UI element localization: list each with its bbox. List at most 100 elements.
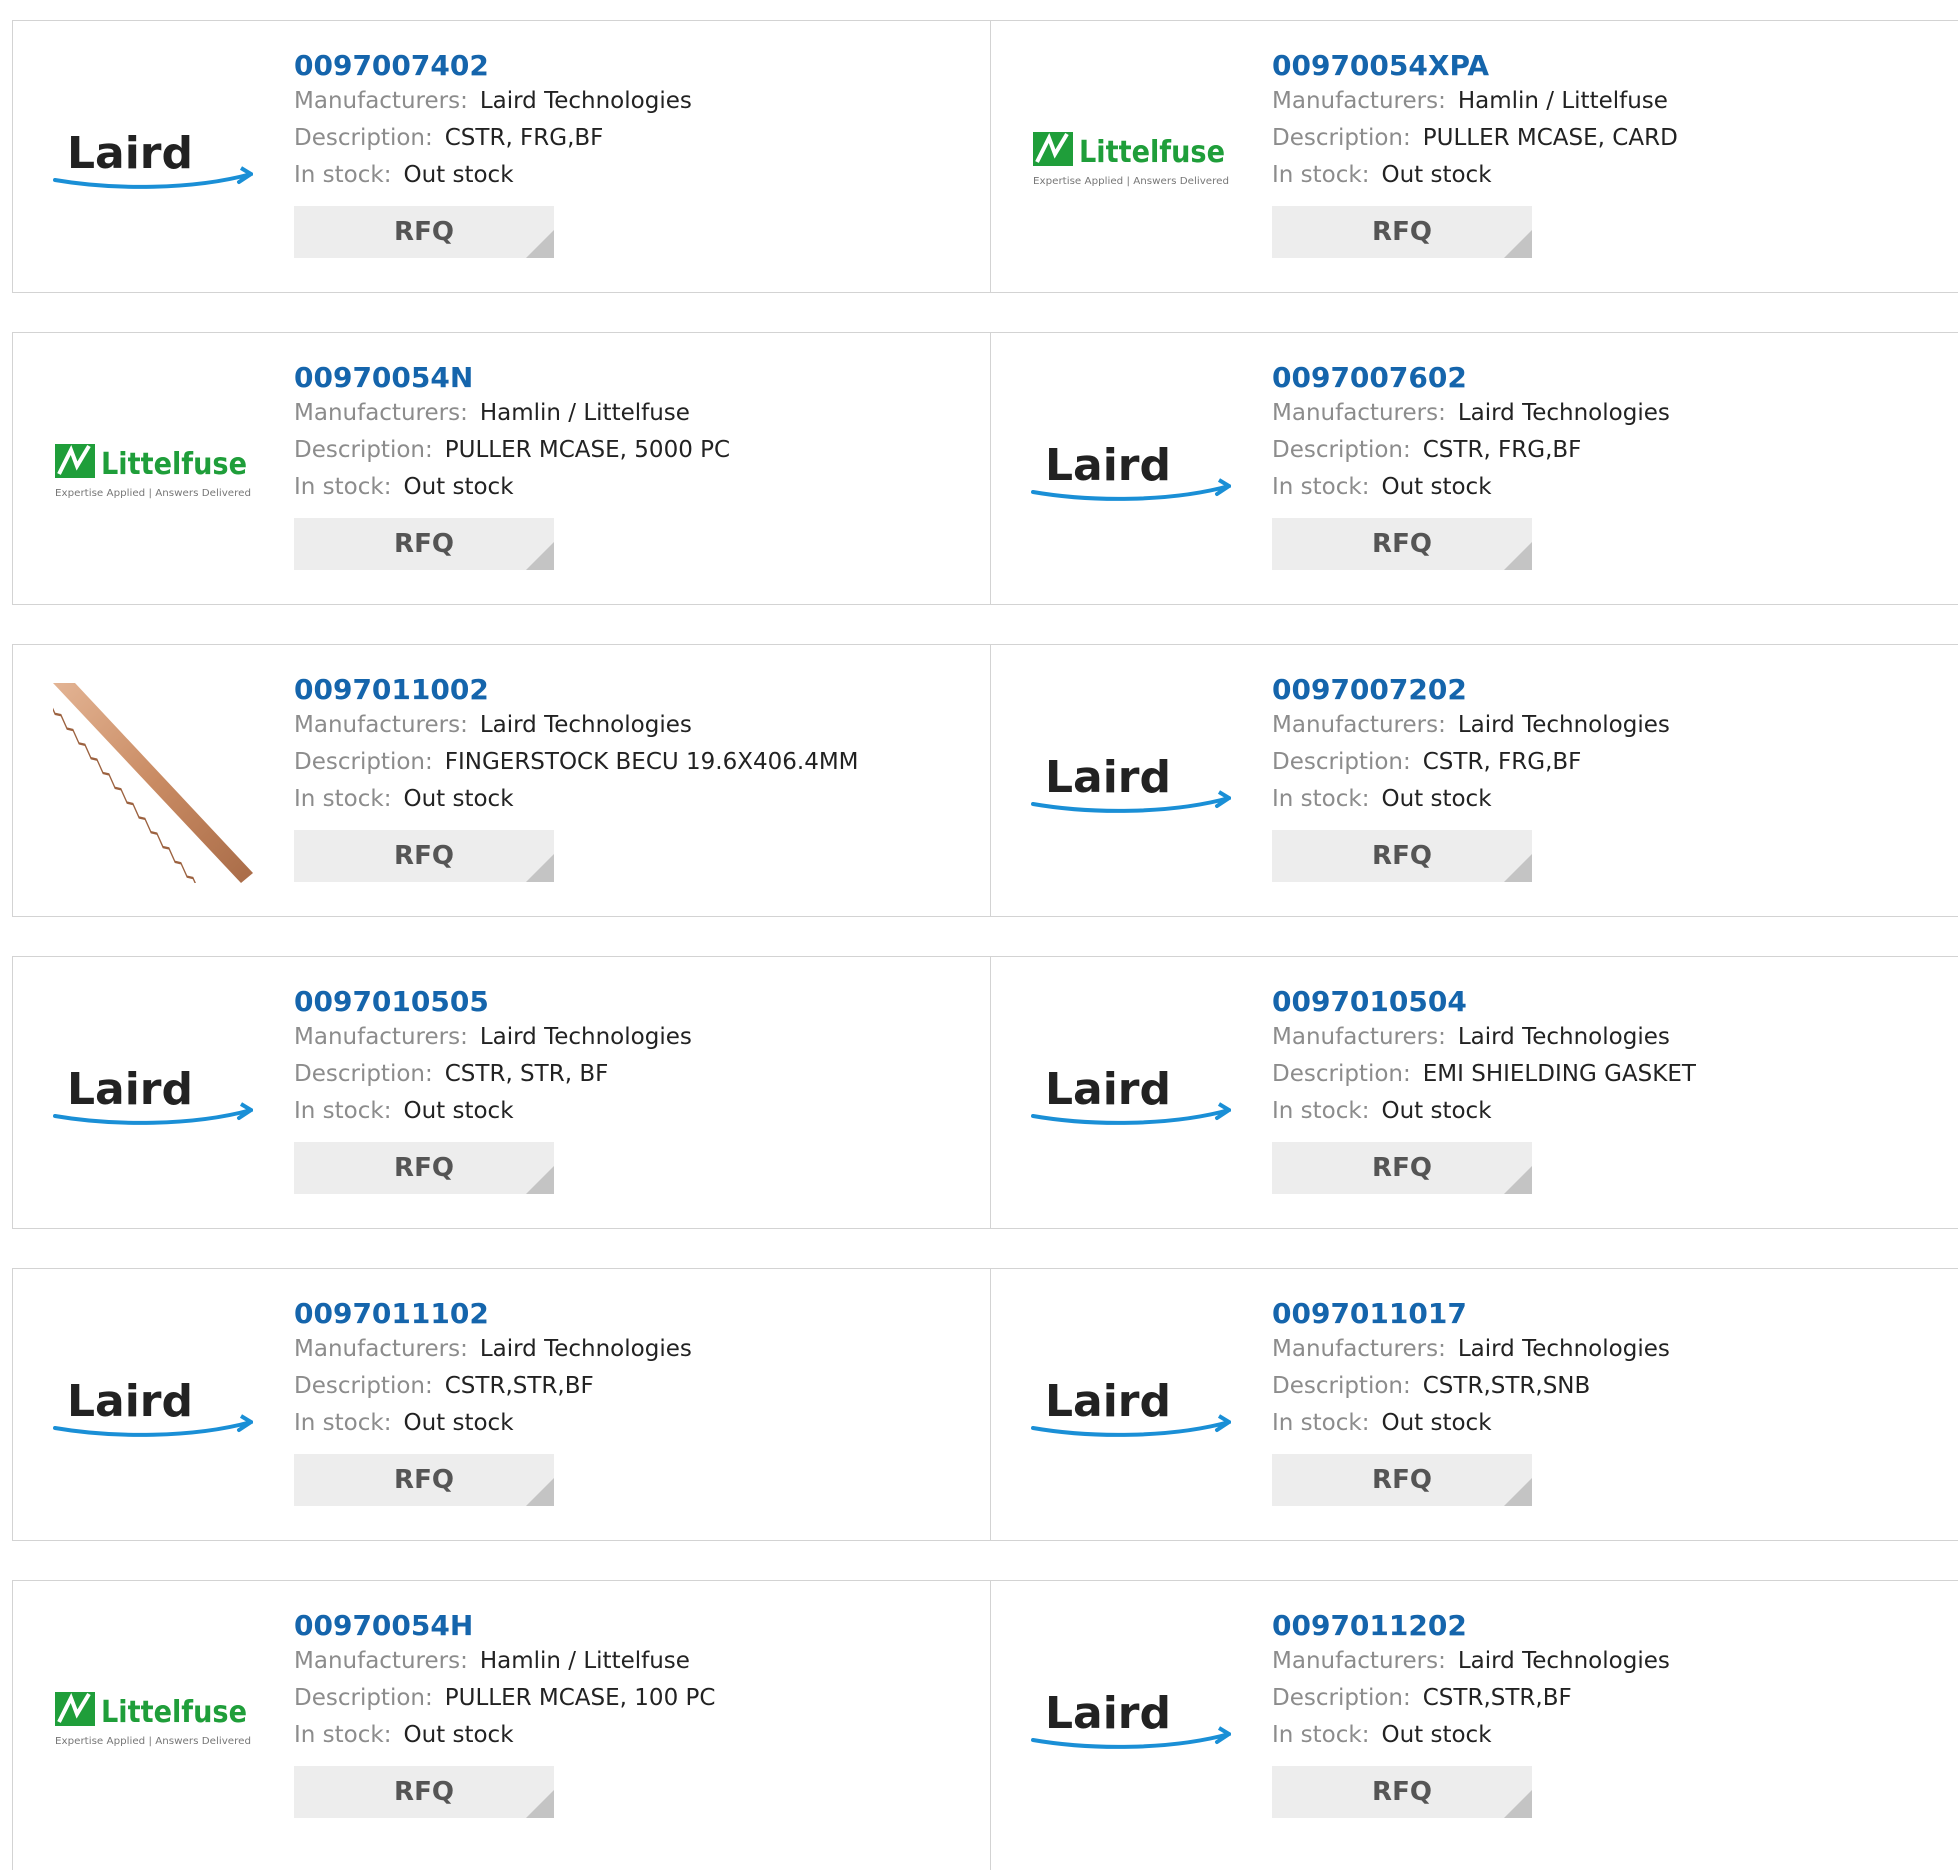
svg-text:Laird: Laird [1045,1064,1171,1115]
svg-text:Laird: Laird [67,1064,193,1115]
corner-decoration [526,230,554,258]
part-number-link[interactable]: 0097007402 [294,49,692,83]
description-value: PULLER MCASE, 5000 PC [444,437,731,463]
product-info: 0097011002 Manufacturers: Laird Technolog… [294,673,859,882]
manufacturer-value: Hamlin / Littelfuse [479,400,690,426]
part-number-link[interactable]: 00970054H [294,1609,715,1643]
rfq-button[interactable]: RFQ [1272,1454,1532,1506]
rfq-button[interactable]: RFQ [1272,830,1532,882]
stock-line: In stock: Out stock [294,469,730,506]
product-info: 0097011017 Manufacturers: Laird Technolog… [1272,1297,1670,1506]
description-line: Description: CSTR, FRG,BF [1272,744,1670,781]
svg-text:Expertise Applied | Answers De: Expertise Applied | Answers Delivered [55,1736,251,1747]
rfq-button[interactable]: RFQ [294,206,554,258]
description-value: CSTR, FRG,BF [1422,749,1582,775]
manufacturer-logo[interactable]: Laird [53,1307,253,1507]
part-number-link[interactable]: 0097011202 [1272,1609,1670,1643]
rfq-button[interactable]: RFQ [294,1766,554,1818]
stock-line: In stock: Out stock [1272,1717,1670,1754]
manufacturer-value: Laird Technologies [479,712,692,738]
product-info: 0097011102 Manufacturers: Laird Technolog… [294,1297,692,1506]
description-label: Description: [1272,1061,1411,1087]
stock-value: Out stock [403,786,514,812]
description-line: Description: CSTR,STR,BF [1272,1680,1670,1717]
laird-logo: Laird [1031,1064,1231,1125]
laird-logo: Laird [53,1376,253,1437]
description-value: CSTR,STR,BF [1422,1685,1572,1711]
manufacturer-logo[interactable]: Laird [53,995,253,1195]
rfq-label: RFQ [1372,1777,1432,1807]
rfq-button[interactable]: RFQ [1272,1142,1532,1194]
manufacturer-logo[interactable]: Laird [53,59,253,259]
product-card: Laird 0097007202 Manufacturers: Laird Tec… [991,645,1958,916]
description-line: Description: CSTR,STR,SNB [1272,1368,1670,1405]
rfq-button[interactable]: RFQ [294,1142,554,1194]
part-number-link[interactable]: 00970054XPA [1272,49,1678,83]
manufacturer-logo[interactable]: Littelfuse Expertise Applied | Answers D… [53,371,253,571]
part-number-link[interactable]: 0097011017 [1272,1297,1670,1331]
stock-value: Out stock [1381,474,1492,500]
manufacturer-label: Manufacturers: [1272,400,1446,426]
part-number-link[interactable]: 0097010505 [294,985,692,1019]
svg-text:Expertise Applied | Answers De: Expertise Applied | Answers Delivered [1033,176,1229,187]
manufacturer-logo[interactable]: Laird [1031,1307,1231,1507]
product-photo[interactable] [53,683,253,883]
stock-label: In stock: [1272,786,1370,812]
manufacturer-value: Laird Technologies [479,88,692,114]
manufacturer-logo[interactable]: Laird [1031,995,1231,1195]
product-row: Laird 0097010505 Manufacturers: Laird Tec… [12,956,1958,1229]
manufacturer-logo[interactable]: Laird [1031,371,1231,571]
description-line: Description: FINGERSTOCK BECU 19.6X406.4M… [294,744,859,781]
rfq-button[interactable]: RFQ [1272,1766,1532,1818]
product-card: Laird 0097010505 Manufacturers: Laird Tec… [13,957,991,1228]
rfq-button[interactable]: RFQ [294,1454,554,1506]
laird-logo: Laird [53,1064,253,1125]
rfq-button[interactable]: RFQ [1272,518,1532,570]
manufacturer-label: Manufacturers: [1272,88,1446,114]
manufacturer-logo[interactable]: Laird [1031,683,1231,883]
product-row: Littelfuse Expertise Applied | Answers D… [12,1580,1958,1870]
product-card: Laird 0097011017 Manufacturers: Laird Tec… [991,1269,1958,1540]
rfq-label: RFQ [1372,841,1432,871]
manufacturer-line: Manufacturers: Laird Technologies [1272,1643,1670,1680]
manufacturer-line: Manufacturers: Hamlin / Littelfuse [294,395,730,432]
description-value: FINGERSTOCK BECU 19.6X406.4MM [444,749,859,775]
description-label: Description: [294,437,433,463]
part-number-link[interactable]: 0097011002 [294,673,859,707]
stock-label: In stock: [1272,162,1370,188]
manufacturer-line: Manufacturers: Hamlin / Littelfuse [294,1643,715,1680]
rfq-button[interactable]: RFQ [294,518,554,570]
littelfuse-logo: Littelfuse Expertise Applied | Answers D… [55,444,251,499]
stock-label: In stock: [294,1410,392,1436]
rfq-label: RFQ [1372,1153,1432,1183]
stock-value: Out stock [1381,1722,1492,1748]
manufacturer-logo[interactable]: Littelfuse Expertise Applied | Answers D… [53,1619,253,1819]
corner-decoration [526,542,554,570]
part-number-link[interactable]: 00970054N [294,361,730,395]
part-number-link[interactable]: 0097007202 [1272,673,1670,707]
stock-label: In stock: [1272,474,1370,500]
stock-value: Out stock [1381,1410,1492,1436]
stock-value: Out stock [1381,786,1492,812]
svg-text:Laird: Laird [67,1376,193,1427]
rfq-label: RFQ [394,1777,454,1807]
description-label: Description: [294,749,433,775]
manufacturer-line: Manufacturers: Laird Technologies [1272,1019,1696,1056]
stock-line: In stock: Out stock [294,781,859,818]
product-info: 0097010504 Manufacturers: Laird Technolog… [1272,985,1696,1194]
product-grid: Laird 0097007402 Manufacturers: Laird Tec… [0,0,1958,1870]
description-label: Description: [1272,125,1411,151]
stock-label: In stock: [1272,1098,1370,1124]
stock-line: In stock: Out stock [294,157,692,194]
part-number-link[interactable]: 0097010504 [1272,985,1696,1019]
manufacturer-value: Laird Technologies [479,1336,692,1362]
rfq-button[interactable]: RFQ [1272,206,1532,258]
stock-label: In stock: [294,474,392,500]
description-value: CSTR,STR,BF [444,1373,594,1399]
part-number-link[interactable]: 0097007602 [1272,361,1670,395]
part-number-link[interactable]: 0097011102 [294,1297,692,1331]
rfq-button[interactable]: RFQ [294,830,554,882]
stock-value: Out stock [403,162,514,188]
manufacturer-logo[interactable]: Laird [1031,1619,1231,1819]
manufacturer-logo[interactable]: Littelfuse Expertise Applied | Answers D… [1031,59,1231,259]
